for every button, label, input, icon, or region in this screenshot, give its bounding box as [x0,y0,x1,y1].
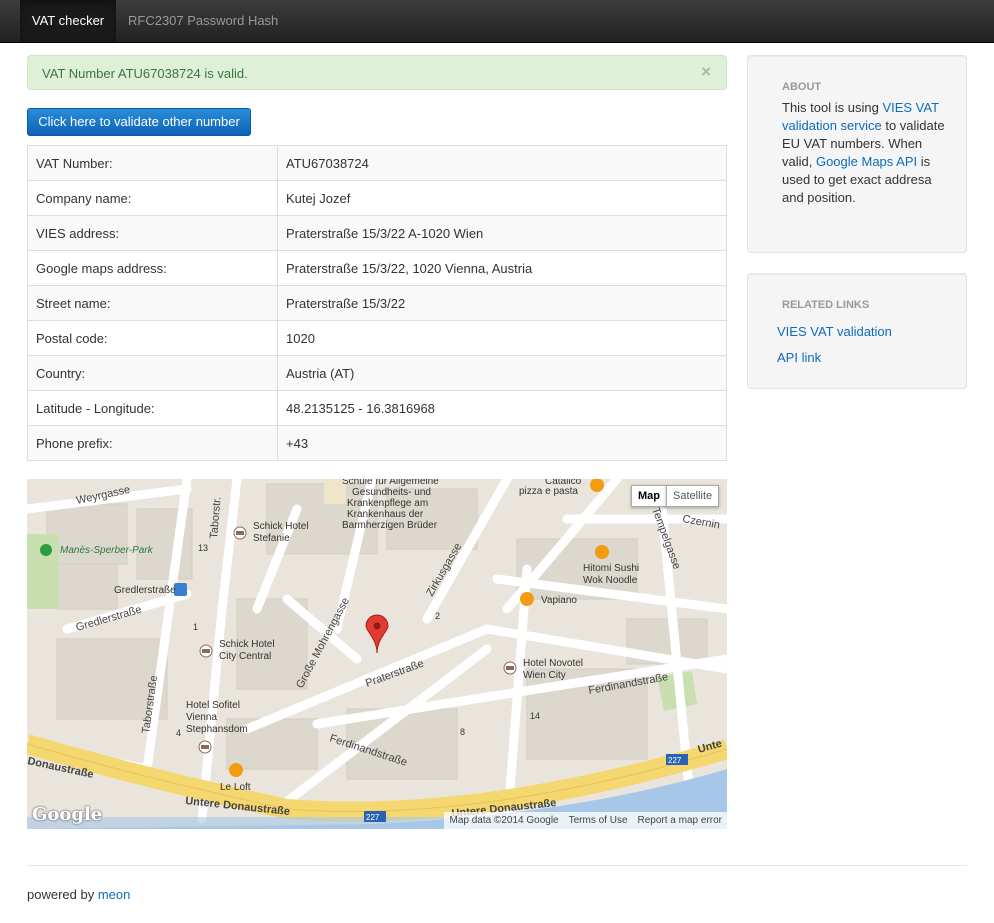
about-text: This tool is using VIES VAT validation s… [782,99,952,207]
map-label: City Central [219,651,271,662]
map-label: Stephansdom [186,724,248,735]
map-label: Hotel Sofitel [186,700,240,711]
map-label: Schick Hotel [253,521,309,532]
success-alert: VAT Number ATU67038724 is valid. × [27,55,727,90]
api-link[interactable]: API link [777,350,821,365]
table-row: Google maps address: Praterstraße 15/3/22… [27,250,727,286]
table-row: Postal code: 1020 [27,320,727,356]
row-value: ATU67038724 [277,145,727,181]
vat-details-table: VAT Number: ATU67038724 Company name: Kute… [27,145,727,461]
report-map-error-link[interactable]: Report a map error [633,815,727,826]
alert-message: VAT Number ATU67038724 is valid. [42,66,248,81]
hotel-icon [199,644,213,658]
footer-divider [27,865,967,866]
map-label: Krankenpflege am [347,498,428,509]
map-label: Vienna [186,712,217,723]
row-label: Street name: [27,285,278,321]
terms-of-use-link[interactable]: Terms of Use [564,815,633,826]
row-label: Company name: [27,180,278,216]
map-label: Krankenhaus der [347,509,424,520]
map-type-map-button[interactable]: Map [631,485,667,507]
table-row: Country: Austria (AT) [27,355,727,391]
map-label: Le Loft [220,782,251,793]
about-text-part: This tool is using [782,100,883,115]
map-label: 2 [435,611,440,621]
map-label: Stefanie [253,533,290,544]
map-canvas[interactable]: Weyrgasse Taborstr. Schule für Allgemein… [27,479,727,829]
map-label: 4 [176,728,181,738]
hotel-icon [233,526,247,540]
map-label: Hotel Novotel [523,658,583,669]
hotel-icon [503,661,517,675]
google-logo[interactable]: Google [32,804,102,825]
park-icon [40,544,52,556]
row-value: Austria (AT) [277,355,727,391]
map-label: 14 [530,711,540,721]
row-value: +43 [277,425,727,461]
nav-vat-checker[interactable]: VAT checker [20,0,116,42]
navbar: VAT checker RFC2307 Password Hash [0,0,994,43]
row-label: VAT Number: [27,145,278,181]
map-label: Vapiano [541,595,577,606]
table-row: VAT Number: ATU67038724 [27,145,727,181]
related-links-panel: RELATED LINKS VIES VAT validation API li… [747,273,967,389]
row-value: Kutej Jozef [277,180,727,216]
related-links-heading: RELATED LINKS [782,299,870,311]
map-label: Wok Noodle [583,575,638,586]
meon-link[interactable]: meon [98,887,131,902]
hotel-icon [198,740,212,754]
row-label: Postal code: [27,320,278,356]
map-label: Schule für Allgemeine [342,479,439,487]
row-label: Google maps address: [27,250,278,286]
row-value: 1020 [277,320,727,356]
map-label: Wien City [523,670,566,681]
map-label: Gredlerstraße [114,585,176,596]
google-maps-api-link[interactable]: Google Maps API [816,154,917,169]
close-icon[interactable]: × [701,63,711,80]
table-row: Latitude - Longitude: 48.2135125 - 16.381… [27,390,727,426]
footer: powered by meon [27,887,130,902]
table-row: Street name: Praterstraße 15/3/22 [27,285,727,321]
map-label: 13 [198,543,208,553]
map-label: Hitomi Sushi [583,563,639,574]
map-label: 8 [460,727,465,737]
about-heading: ABOUT [782,81,822,93]
validate-other-number-button[interactable]: Click here to validate other number [27,108,251,136]
transit-station-icon [174,583,187,596]
map-label: pizza e pasta [519,486,578,497]
row-value: Praterstraße 15/3/22, 1020 Vienna, Austr… [277,250,727,286]
map-data-attribution: Map data ©2014 Google [449,815,559,826]
map-footer: Map data ©2014 Google Terms of Use Report … [444,812,727,829]
table-row: Company name: Kutej Jozef [27,180,727,216]
row-label: Country: [27,355,278,391]
map-label: Gesundheits- und [352,487,431,498]
table-row: VIES address: Praterstraße 15/3/22 A-1020… [27,215,727,251]
map-label: 1 [193,622,198,632]
map-type-satellite-button[interactable]: Satellite [666,485,720,507]
row-label: Phone prefix: [27,425,278,461]
row-value: Praterstraße 15/3/22 A-1020 Wien [277,215,727,251]
map-label: Manès-Sperber-Park [60,545,154,556]
table-row: Phone prefix: +43 [27,425,727,461]
map-label: Barmherzigen Brüder [342,520,438,531]
map-label: 227 [668,756,682,765]
nav-rfc2307-password-hash[interactable]: RFC2307 Password Hash [128,0,278,42]
map-label: Schick Hotel [219,639,275,650]
row-label: VIES address: [27,215,278,251]
map-label: 227 [366,813,380,822]
row-label: Latitude - Longitude: [27,390,278,426]
row-value: Praterstraße 15/3/22 [277,285,727,321]
footer-prefix: powered by [27,887,98,902]
row-value: 48.2135125 - 16.3816968 [277,390,727,426]
about-panel: ABOUT This tool is using VIES VAT valida… [747,55,967,253]
google-map[interactable]: Weyrgasse Taborstr. Schule für Allgemein… [27,479,727,829]
vies-vat-validation-link[interactable]: VIES VAT validation [777,324,892,339]
